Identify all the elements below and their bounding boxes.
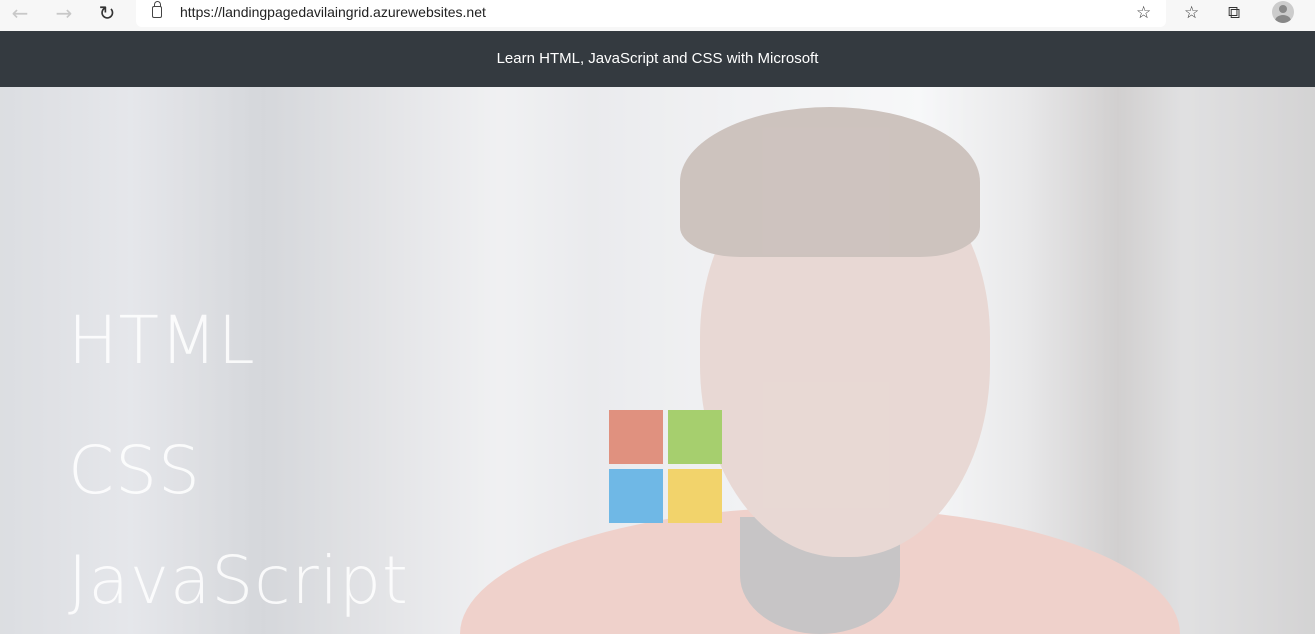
browser-toolbar: ← → ↻ https://landingpagedavilaingrid.az… (0, 0, 1315, 31)
logo-blue-square (609, 469, 663, 523)
lock-icon[interactable] (152, 1, 162, 18)
hero-section: HTML CSS JavaScript (0, 87, 1315, 634)
logo-red-square (609, 410, 663, 464)
logo-green-square (668, 410, 722, 464)
url-text[interactable]: https://landingpagedavilaingrid.azureweb… (180, 4, 486, 20)
page-header: Learn HTML, JavaScript and CSS with Micr… (0, 31, 1315, 87)
back-button[interactable]: ← (6, 2, 34, 26)
collections-icon[interactable]: ⧉ (1228, 3, 1240, 23)
hero-word-css: CSS (68, 432, 201, 509)
add-favorite-icon[interactable]: ☆ (1136, 3, 1151, 23)
favorites-icon[interactable]: ☆ (1184, 3, 1199, 23)
logo-yellow-square (668, 469, 722, 523)
header-title: Learn HTML, JavaScript and CSS with Micr… (496, 50, 819, 67)
forward-button[interactable]: → (50, 2, 78, 26)
microsoft-logo (609, 410, 722, 523)
hero-word-html: HTML (68, 302, 256, 379)
address-bar[interactable]: https://landingpagedavilaingrid.azureweb… (136, 0, 1166, 27)
profile-avatar[interactable] (1272, 1, 1294, 23)
hero-word-javascript: JavaScript (68, 542, 409, 619)
reload-button[interactable]: ↻ (93, 2, 121, 26)
